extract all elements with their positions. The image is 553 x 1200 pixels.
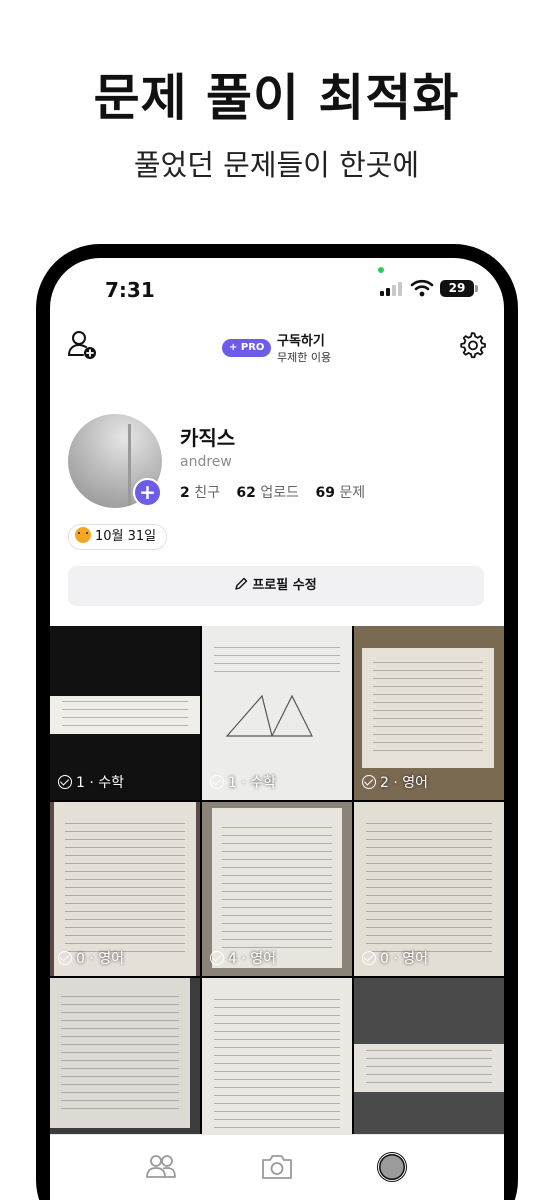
problem-tile[interactable]: 1 · 수학 bbox=[202, 626, 352, 800]
check-circle-icon bbox=[58, 951, 72, 965]
problems-count: 69 bbox=[315, 485, 335, 501]
top-bar: + PRO 구독하기 무제한 이용 bbox=[50, 320, 504, 370]
status-time: 7:31 bbox=[105, 278, 155, 302]
friends-label[interactable]: 친구 bbox=[194, 485, 220, 501]
pencil-icon bbox=[235, 577, 248, 590]
problem-tile[interactable] bbox=[50, 978, 200, 1152]
check-circle-icon bbox=[210, 951, 224, 965]
problems-label: 문제 bbox=[339, 485, 366, 501]
problem-grid: 1 · 수학 1 · 수학 2 · 영어 0 · 영어 4 · 영어 0 · 영… bbox=[50, 626, 504, 1166]
friends-icon[interactable] bbox=[143, 1149, 179, 1185]
problem-tile-label: 4 · 영어 bbox=[210, 948, 276, 968]
wifi-icon bbox=[410, 279, 434, 297]
problem-tile-label: 0 · 영어 bbox=[58, 948, 124, 968]
battery-tip bbox=[475, 285, 478, 292]
signal-icon bbox=[380, 282, 404, 296]
date-chip-label: 10월 31일 bbox=[95, 529, 157, 544]
camera-indicator-dot bbox=[378, 267, 384, 273]
avatar-add-button[interactable]: + bbox=[133, 478, 162, 507]
problem-tile-label: 1 · 수학 bbox=[210, 772, 276, 792]
check-circle-icon bbox=[362, 951, 376, 965]
problem-tile[interactable] bbox=[202, 978, 352, 1152]
friends-count[interactable]: 2 bbox=[180, 485, 190, 501]
problem-tile-label: 2 · 영어 bbox=[362, 772, 428, 792]
hero-title: 문제 풀이 최적화 bbox=[93, 69, 460, 127]
gear-icon[interactable] bbox=[457, 330, 487, 360]
date-chip[interactable]: 10월 31일 bbox=[68, 524, 168, 550]
edit-profile-button[interactable]: 프로필 수정 bbox=[68, 566, 484, 606]
profile-stats: 2 친구 62 업로드 69 문제 bbox=[180, 482, 377, 502]
subscribe-subtitle: 무제한 이용 bbox=[277, 351, 332, 364]
subscribe-title[interactable]: 구독하기 bbox=[277, 330, 325, 349]
problem-tile[interactable]: 4 · 영어 bbox=[202, 802, 352, 976]
camera-icon[interactable] bbox=[259, 1149, 295, 1185]
uploads-count: 62 bbox=[236, 485, 256, 501]
tiger-icon bbox=[75, 527, 91, 543]
uploads-label: 업로드 bbox=[260, 485, 299, 501]
edit-profile-label: 프로필 수정 bbox=[252, 578, 317, 593]
problem-tile-label: 1 · 수학 bbox=[58, 772, 124, 792]
problem-tile[interactable]: 0 · 영어 bbox=[50, 802, 200, 976]
problem-tile-label: 0 · 영어 bbox=[362, 948, 428, 968]
problem-tile[interactable]: 1 · 수학 bbox=[50, 626, 200, 800]
battery-icon: 29 bbox=[440, 280, 474, 297]
profile-username: andrew bbox=[180, 454, 232, 470]
profile-name: 카직스 bbox=[180, 426, 236, 450]
check-circle-icon bbox=[362, 775, 376, 789]
problem-tile[interactable] bbox=[354, 978, 504, 1152]
app-screen: 7:31 29 + PRO 구독하기 무제한 이용 + 카직스 andrew 2… bbox=[50, 258, 504, 1200]
check-circle-icon bbox=[58, 775, 72, 789]
pro-badge[interactable]: + PRO bbox=[222, 339, 272, 357]
phone-frame: 7:31 29 + PRO 구독하기 무제한 이용 + 카직스 andrew 2… bbox=[36, 244, 518, 1200]
tab-bar bbox=[50, 1134, 504, 1200]
problem-tile[interactable]: 0 · 영어 bbox=[354, 802, 504, 976]
hero-subtitle: 풀었던 문제들이 한곳에 bbox=[133, 148, 420, 182]
add-friend-icon[interactable] bbox=[66, 328, 100, 362]
problem-tile[interactable]: 2 · 영어 bbox=[354, 626, 504, 800]
profile-avatar-icon[interactable] bbox=[374, 1149, 410, 1185]
status-bar: 7:31 29 bbox=[50, 258, 504, 318]
check-circle-icon bbox=[210, 775, 224, 789]
